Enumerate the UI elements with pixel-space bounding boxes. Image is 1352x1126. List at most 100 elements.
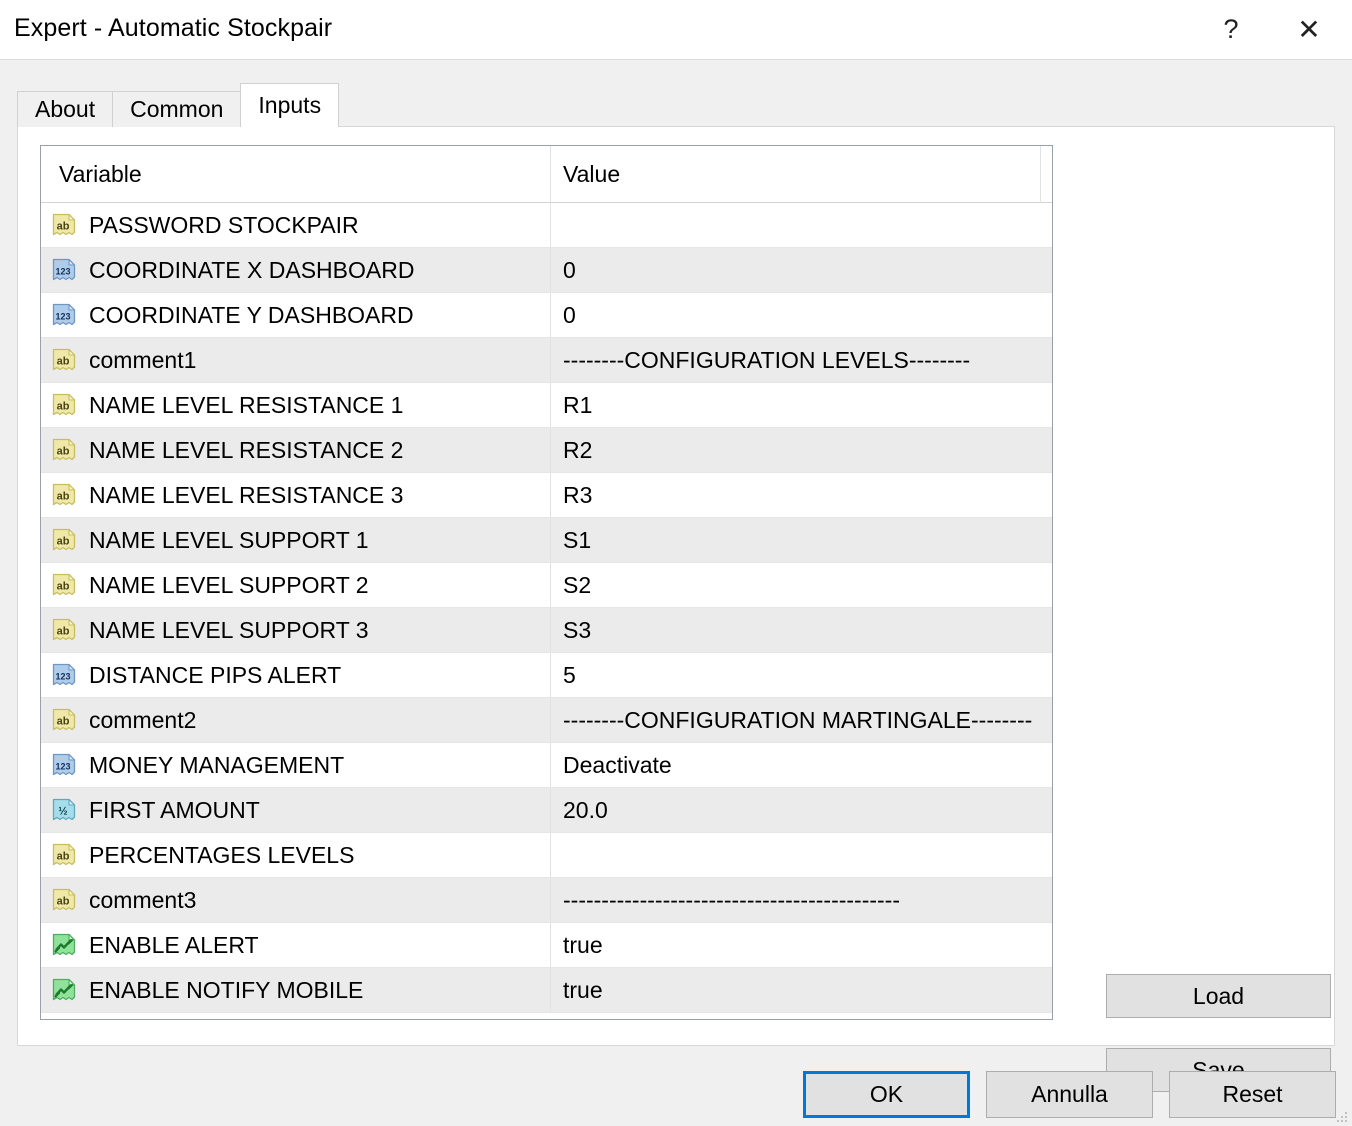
table-row[interactable]: ab comment1 --------CONFIGURATION LEVELS--…: [41, 338, 1052, 383]
string-icon: ab: [51, 437, 78, 464]
table-row[interactable]: 123 DISTANCE PIPS ALERT 5: [41, 653, 1052, 698]
cell-value[interactable]: Deactivate: [550, 743, 1052, 787]
table-row[interactable]: ab NAME LEVEL SUPPORT 1 S1: [41, 518, 1052, 563]
cell-variable[interactable]: ab NAME LEVEL RESISTANCE 3: [41, 482, 550, 509]
cell-value[interactable]: S1: [550, 518, 1052, 562]
table-row[interactable]: ab NAME LEVEL SUPPORT 3 S3: [41, 608, 1052, 653]
variable-label: COORDINATE Y DASHBOARD: [89, 301, 414, 328]
table-row[interactable]: 123 COORDINATE Y DASHBOARD 0: [41, 293, 1052, 338]
cell-variable[interactable]: 123 MONEY MANAGEMENT: [41, 752, 550, 779]
cell-value[interactable]: true: [550, 968, 1052, 1012]
boolean-icon: [51, 932, 78, 959]
variable-label: NAME LEVEL SUPPORT 2: [89, 571, 369, 598]
tab-page-inputs: Variable Value ab PASSWORD STOCKPAIR 123 CO…: [17, 126, 1335, 1092]
tab-about[interactable]: About: [17, 91, 114, 127]
cell-value[interactable]: S3: [550, 608, 1052, 652]
table-row[interactable]: ab PERCENTAGES LEVELS: [41, 833, 1052, 878]
table-row[interactable]: ab NAME LEVEL RESISTANCE 2 R2: [41, 428, 1052, 473]
svg-text:ab: ab: [57, 535, 70, 547]
column-header-value[interactable]: Value: [550, 146, 1010, 202]
table-row[interactable]: ab comment3 ------------------------------…: [41, 878, 1052, 923]
cell-value[interactable]: S2: [550, 563, 1052, 607]
cell-variable[interactable]: ab comment3: [41, 887, 550, 914]
cell-variable[interactable]: ab comment2: [41, 707, 550, 734]
svg-text:½: ½: [58, 805, 67, 817]
cell-variable[interactable]: ½ FIRST AMOUNT: [41, 797, 550, 824]
table-row[interactable]: 123 MONEY MANAGEMENT Deactivate: [41, 743, 1052, 788]
svg-text:ab: ab: [57, 625, 70, 637]
table-row[interactable]: ½ FIRST AMOUNT 20.0: [41, 788, 1052, 833]
variable-label: NAME LEVEL RESISTANCE 3: [89, 481, 404, 508]
cell-variable[interactable]: ab NAME LEVEL RESISTANCE 1: [41, 392, 550, 419]
string-icon: ab: [51, 347, 78, 374]
cell-variable[interactable]: 123 DISTANCE PIPS ALERT: [41, 662, 550, 689]
cell-variable[interactable]: ab NAME LEVEL RESISTANCE 2: [41, 437, 550, 464]
cell-variable[interactable]: ENABLE ALERT: [41, 932, 550, 959]
variable-label: FIRST AMOUNT: [89, 796, 260, 823]
svg-text:ab: ab: [57, 850, 70, 862]
cell-value[interactable]: ----------------------------------------…: [550, 878, 1052, 922]
cell-value[interactable]: 0: [550, 293, 1052, 337]
cell-value[interactable]: [550, 203, 1052, 247]
help-icon[interactable]: ?: [1196, 0, 1266, 59]
cell-variable[interactable]: ab NAME LEVEL SUPPORT 1: [41, 527, 550, 554]
tab-inputs[interactable]: Inputs: [240, 83, 340, 127]
variable-label: ENABLE ALERT: [89, 931, 259, 958]
cell-variable[interactable]: 123 COORDINATE Y DASHBOARD: [41, 302, 550, 329]
load-button[interactable]: Load: [1106, 974, 1331, 1018]
cell-variable[interactable]: ab comment1: [41, 347, 550, 374]
column-resize-grip[interactable]: [1040, 146, 1052, 203]
tab-strip: About Common Inputs: [17, 83, 340, 127]
cell-value[interactable]: R1: [550, 383, 1052, 427]
string-icon: ab: [51, 617, 78, 644]
variable-label: NAME LEVEL RESISTANCE 2: [89, 436, 404, 463]
cell-variable[interactable]: ab NAME LEVEL SUPPORT 3: [41, 617, 550, 644]
svg-text:ab: ab: [57, 355, 70, 367]
variable-label: comment3: [89, 886, 197, 913]
close-icon[interactable]: ✕: [1266, 0, 1352, 59]
cell-variable[interactable]: ab PASSWORD STOCKPAIR: [41, 212, 550, 239]
cell-value[interactable]: true: [550, 923, 1052, 967]
cell-value[interactable]: --------CONFIGURATION MARTINGALE--------: [550, 698, 1052, 742]
resize-grip-icon[interactable]: [1333, 1108, 1349, 1124]
svg-text:ab: ab: [57, 715, 70, 727]
cell-variable[interactable]: ENABLE NOTIFY MOBILE: [41, 977, 550, 1004]
cell-value[interactable]: 0: [550, 248, 1052, 292]
variable-label: NAME LEVEL RESISTANCE 1: [89, 391, 404, 418]
window-title: Expert - Automatic Stockpair: [14, 14, 333, 42]
svg-text:ab: ab: [57, 220, 70, 232]
table-row[interactable]: ab NAME LEVEL SUPPORT 2 S2: [41, 563, 1052, 608]
table-row[interactable]: ENABLE NOTIFY MOBILE true: [41, 968, 1052, 1013]
integer-icon: 123: [51, 662, 78, 689]
column-header-variable[interactable]: Variable: [41, 146, 550, 202]
variable-label: MONEY MANAGEMENT: [89, 751, 345, 778]
tab-common[interactable]: Common: [112, 91, 242, 127]
cell-value[interactable]: --------CONFIGURATION LEVELS--------: [550, 338, 1052, 382]
variable-label: comment1: [89, 346, 197, 373]
cell-variable[interactable]: ab NAME LEVEL SUPPORT 2: [41, 572, 550, 599]
inputs-table[interactable]: Variable Value ab PASSWORD STOCKPAIR 123 CO…: [40, 145, 1053, 1020]
variable-label: COORDINATE X DASHBOARD: [89, 256, 415, 283]
cell-value[interactable]: [550, 833, 1052, 877]
string-icon: ab: [51, 482, 78, 509]
ok-button[interactable]: OK: [803, 1071, 970, 1118]
reset-button[interactable]: Reset: [1169, 1071, 1336, 1118]
cancel-button[interactable]: Annulla: [986, 1071, 1153, 1118]
cell-value[interactable]: R3: [550, 473, 1052, 517]
svg-text:123: 123: [55, 266, 70, 276]
table-row[interactable]: ab PASSWORD STOCKPAIR: [41, 203, 1052, 248]
table-row[interactable]: 123 COORDINATE X DASHBOARD 0: [41, 248, 1052, 293]
svg-text:123: 123: [55, 311, 70, 321]
cell-value[interactable]: 5: [550, 653, 1052, 697]
variable-label: PERCENTAGES LEVELS: [89, 841, 355, 868]
table-row[interactable]: ab NAME LEVEL RESISTANCE 1 R1: [41, 383, 1052, 428]
cell-value[interactable]: R2: [550, 428, 1052, 472]
table-row[interactable]: ab comment2 --------CONFIGURATION MARTINGA…: [41, 698, 1052, 743]
cell-variable[interactable]: ab PERCENTAGES LEVELS: [41, 842, 550, 869]
variable-label: PASSWORD STOCKPAIR: [89, 211, 359, 238]
svg-text:123: 123: [55, 671, 70, 681]
cell-value[interactable]: 20.0: [550, 788, 1052, 832]
table-row[interactable]: ENABLE ALERT true: [41, 923, 1052, 968]
cell-variable[interactable]: 123 COORDINATE X DASHBOARD: [41, 257, 550, 284]
table-row[interactable]: ab NAME LEVEL RESISTANCE 3 R3: [41, 473, 1052, 518]
